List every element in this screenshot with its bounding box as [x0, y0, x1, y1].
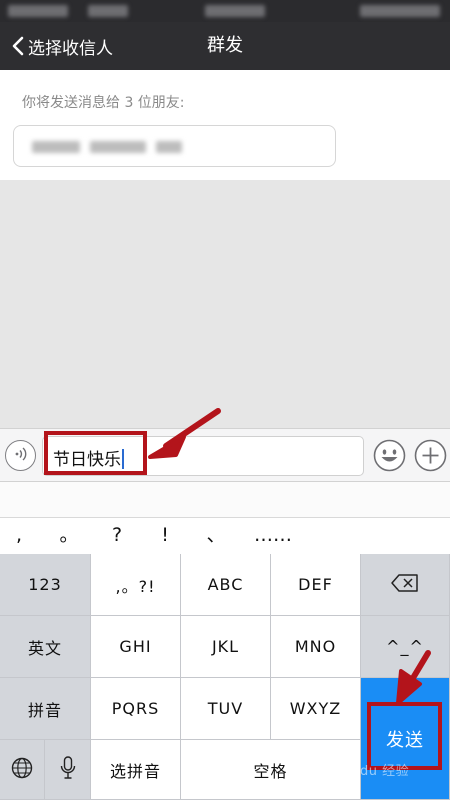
- more-button[interactable]: [414, 439, 447, 472]
- key-wxyz-label: WXYZ: [289, 699, 342, 718]
- chevron-left-icon: [12, 36, 24, 56]
- smiley-icon: [373, 439, 406, 476]
- key-punctuation[interactable]: ,。?!: [91, 554, 181, 616]
- key-123-label: 123: [28, 575, 62, 594]
- plus-circle-icon: [414, 439, 447, 476]
- status-bar: [0, 0, 450, 22]
- emoji-button[interactable]: [373, 439, 406, 472]
- key-ghi-label: GHI: [119, 637, 152, 656]
- status-blur: [88, 5, 128, 17]
- key-pqrs-label: PQRS: [111, 699, 160, 718]
- globe-icon: [11, 757, 33, 783]
- key-mno-label: MNO: [294, 637, 337, 656]
- recipient-name-blurred: [90, 141, 146, 153]
- key-emoticon-label: ^_^: [386, 637, 424, 656]
- key-ghi[interactable]: GHI: [91, 616, 181, 678]
- key-abc-label: ABC: [207, 575, 244, 594]
- key-tuv[interactable]: TUV: [181, 678, 271, 740]
- status-blur: [8, 5, 68, 17]
- key-pinyin-label: 拼音: [27, 700, 62, 720]
- backspace-icon: [391, 573, 419, 596]
- key-english-label: 英文: [27, 638, 62, 658]
- key-pqrs[interactable]: PQRS: [91, 678, 181, 740]
- recipients-field[interactable]: [13, 125, 336, 167]
- key-123[interactable]: 123: [0, 554, 91, 616]
- microphone-icon: [60, 755, 76, 784]
- recipients-panel: 你将发送消息给 3 位朋友:: [0, 70, 450, 180]
- key-emoticon[interactable]: ^_^: [361, 616, 450, 678]
- backspace-key[interactable]: [361, 554, 450, 616]
- annotation-box-input: [44, 431, 147, 475]
- key-english[interactable]: 英文: [0, 616, 91, 678]
- key-mno[interactable]: MNO: [271, 616, 361, 678]
- key-jkl[interactable]: JKL: [181, 616, 271, 678]
- candidate-dunhao[interactable]: 、: [199, 518, 233, 555]
- key-punctuation-label: ,。?!: [115, 576, 156, 596]
- candidate-question[interactable]: ?: [100, 518, 134, 555]
- message-area: [0, 180, 450, 428]
- voice-wave-icon: [13, 446, 29, 466]
- watermark-logo: Baidu 经验: [338, 764, 410, 779]
- keyboard-top-strip: [0, 482, 450, 517]
- key-abc[interactable]: ABC: [181, 554, 271, 616]
- space-key[interactable]: 空格: [181, 740, 361, 800]
- candidate-ellipsis[interactable]: ……: [248, 518, 298, 555]
- candidate-bar: , 。 ? ! 、 ……: [0, 517, 450, 554]
- status-blur: [360, 5, 440, 17]
- back-label: 选择收信人: [28, 38, 113, 59]
- recipient-name-blurred: [32, 141, 80, 153]
- key-wxyz[interactable]: WXYZ: [271, 678, 361, 740]
- microphone-key[interactable]: [45, 740, 91, 800]
- candidate-period[interactable]: 。: [52, 518, 86, 555]
- key-def[interactable]: DEF: [271, 554, 361, 616]
- space-key-label: 空格: [253, 761, 288, 781]
- navigation-bar: 选择收信人 群发: [0, 22, 450, 70]
- candidate-comma[interactable]: ,: [2, 518, 36, 555]
- key-def-label: DEF: [298, 575, 333, 594]
- key-pinyin[interactable]: 拼音: [0, 678, 91, 740]
- key-choose-pinyin-label: 选拼音: [109, 761, 161, 781]
- status-blur: [205, 5, 265, 17]
- recipients-hint: 你将发送消息给 3 位朋友:: [22, 95, 185, 111]
- back-button[interactable]: 选择收信人: [12, 22, 113, 70]
- globe-key[interactable]: [0, 740, 45, 800]
- voice-button[interactable]: [5, 440, 36, 471]
- key-tuv-label: TUV: [207, 699, 244, 718]
- candidate-exclaim[interactable]: !: [148, 518, 182, 555]
- key-jkl-label: JKL: [211, 637, 240, 656]
- recipient-name-blurred: [156, 141, 182, 153]
- key-choose-pinyin[interactable]: 选拼音: [91, 740, 181, 800]
